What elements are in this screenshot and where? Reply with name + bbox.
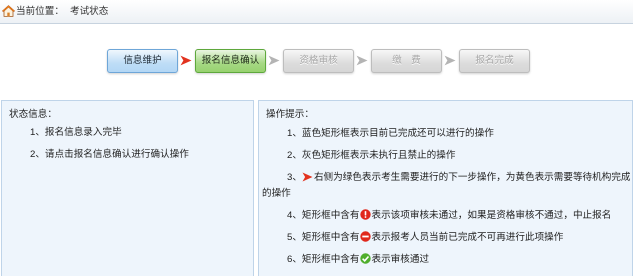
home-icon bbox=[2, 5, 15, 17]
arrow-right-icon bbox=[268, 55, 280, 66]
red-exclamation-icon bbox=[360, 209, 371, 220]
tip-text: 6、矩形框中含有 bbox=[287, 254, 360, 265]
tip-text: 1、蓝色矩形框表示目前已完成还可以进行的操作 bbox=[287, 128, 494, 139]
status-info-list: 1、报名信息录入完毕 2、请点击报名信息确认进行确认操作 bbox=[9, 125, 249, 163]
green-check-icon bbox=[360, 253, 371, 264]
step-qualification-review: 资格审核 bbox=[283, 49, 354, 73]
tip-text: 3、 bbox=[287, 172, 302, 183]
tip-text: 2、灰色矩形框表示未执行且禁止的操作 bbox=[287, 150, 456, 161]
location-label: 当前位置： bbox=[16, 6, 64, 17]
step-payment: 缴 费 bbox=[371, 49, 442, 73]
status-info-panel: 状态信息： 1、报名信息录入完毕 2、请点击报名信息确认进行确认操作 bbox=[1, 100, 254, 276]
tip-text: 表示审核通过 bbox=[371, 254, 430, 265]
tip-text: 表示报考人员当前已完成不可再进行此项操作 bbox=[371, 232, 564, 243]
step-info-maintenance-button[interactable]: 信息维护 bbox=[107, 49, 178, 73]
operation-tips-list: 1、蓝色矩形框表示目前已完成还可以进行的操作 2、灰色矩形框表示未执行且禁止的操… bbox=[262, 126, 632, 268]
step-confirm-registration-button[interactable]: 报名信息确认 bbox=[195, 49, 266, 73]
step-connector bbox=[354, 49, 371, 73]
red-arrow-icon bbox=[302, 172, 313, 182]
tip-text: 5、矩形框中含有 bbox=[287, 232, 360, 243]
location-bar: 当前位置： 考试状态 bbox=[0, 0, 633, 24]
status-item-1: 1、报名信息录入完毕 bbox=[30, 127, 122, 138]
step-connector bbox=[442, 49, 459, 73]
operation-tips-title: 操作提示： bbox=[266, 109, 314, 120]
tip-item-1: 1、蓝色矩形框表示目前已完成还可以进行的操作 bbox=[262, 126, 632, 142]
step-connector bbox=[266, 49, 283, 73]
tip-item-6: 6、矩形框中含有 表示审核通过 bbox=[262, 252, 632, 268]
step-connector bbox=[178, 49, 195, 73]
registration-progress-steps: 信息维护 报名信息确认 资格审核 缴 费 报名完成 bbox=[107, 49, 530, 73]
tip-text: 表示该项审核未通过，如果是资格审核不通过，中止报名 bbox=[371, 210, 612, 221]
arrow-right-icon bbox=[180, 55, 192, 66]
tip-item-3: 3、 右侧为绿色表示考生需要进行的下一步操作，为黄色表示需要等待机构完成的操作 bbox=[262, 170, 632, 202]
arrow-right-icon bbox=[356, 55, 368, 66]
tip-item-2: 2、灰色矩形框表示未执行且禁止的操作 bbox=[262, 148, 632, 164]
tip-text: 4、矩形框中含有 bbox=[287, 210, 360, 221]
operation-tips-panel: 操作提示： 1、蓝色矩形框表示目前已完成还可以进行的操作 2、灰色矩形框表示未执… bbox=[258, 100, 633, 276]
tip-item-5: 5、矩形框中含有 表示报考人员当前已完成不可再进行此项操作 bbox=[262, 230, 632, 246]
tip-item-4: 4、矩形框中含有 表示该项审核未通过，如果是资格审核不通过，中止报名 bbox=[262, 208, 632, 224]
arrow-right-icon bbox=[444, 55, 456, 66]
step-registration-complete: 报名完成 bbox=[459, 49, 530, 73]
tip-text: 右侧为绿色表示考生需要进行的下一步操作，为黄色表示需要等待机构完成的操作 bbox=[262, 172, 631, 199]
status-item-2: 2、请点击报名信息确认进行确认操作 bbox=[30, 149, 189, 160]
current-location: 考试状态 bbox=[70, 6, 109, 17]
red-minus-icon bbox=[360, 231, 371, 242]
status-info-title: 状态信息： bbox=[9, 109, 57, 120]
